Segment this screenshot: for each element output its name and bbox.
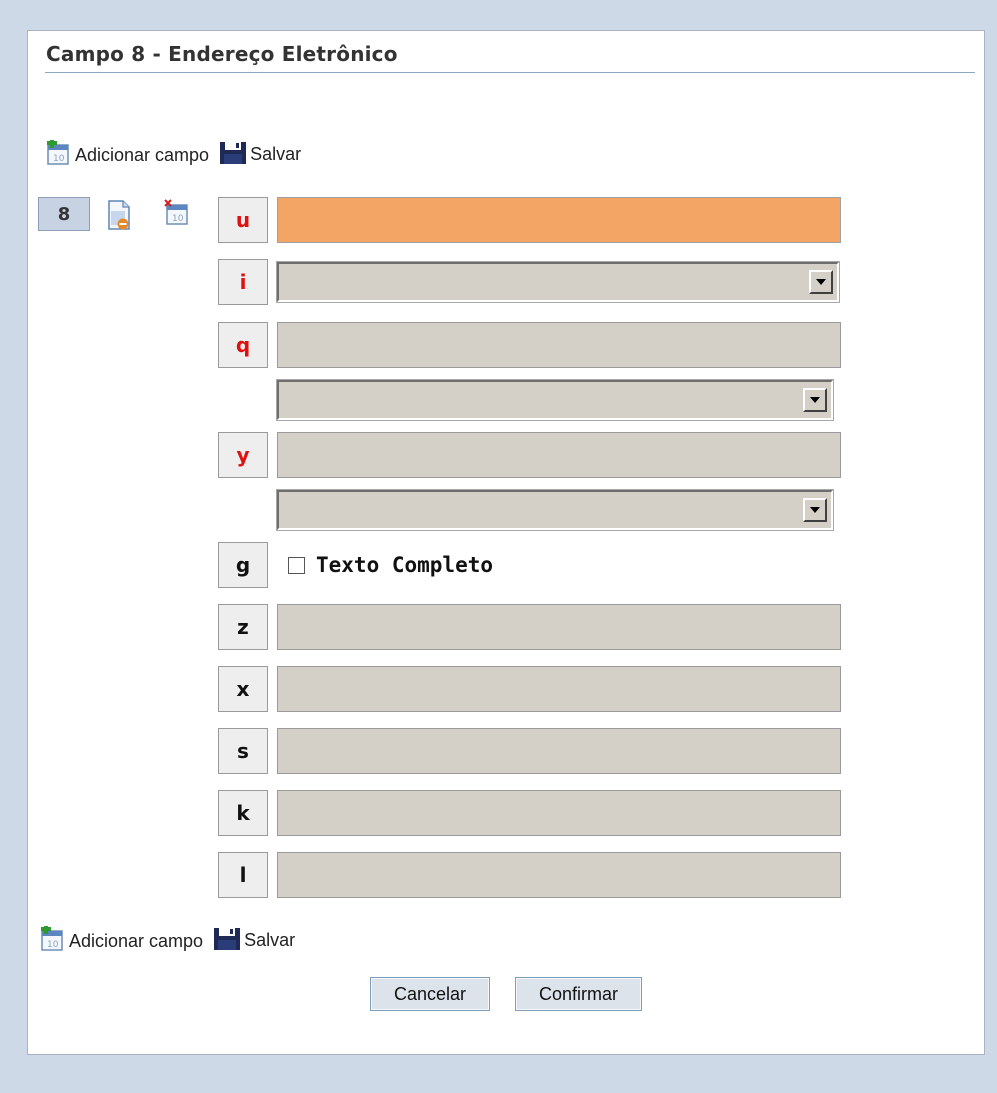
add-field-label: Adicionar campo (69, 931, 204, 951)
bottom-toolbar: 10 Adicionar campo Salvar (40, 926, 295, 952)
full-text-checkbox-label: Texto Completo (316, 553, 494, 577)
subfield-x-button[interactable]: x (218, 666, 268, 712)
subfield-q-input[interactable] (277, 322, 841, 368)
subfield-q-select[interactable] (277, 380, 833, 420)
add-field-icon: 10 (41, 926, 63, 951)
subfield-x-input[interactable] (277, 666, 841, 712)
subfield-k-input[interactable] (277, 790, 841, 836)
floppy-disk-icon (220, 142, 247, 164)
chevron-down-icon[interactable] (809, 270, 833, 294)
save-button-top[interactable]: Salvar (219, 141, 301, 165)
subfield-l-input[interactable] (277, 852, 841, 898)
cancel-button[interactable]: Cancelar (370, 977, 490, 1011)
form-panel (27, 30, 985, 1055)
top-toolbar: 10 Adicionar campo Salvar (46, 140, 301, 166)
subfield-i-button[interactable]: i (218, 259, 268, 305)
subfield-i-select[interactable] (277, 262, 839, 302)
title-divider (45, 72, 975, 73)
floppy-disk-icon (214, 928, 241, 950)
add-field-button-bottom[interactable]: 10 Adicionar campo (40, 926, 203, 952)
chevron-down-icon[interactable] (803, 388, 827, 412)
subfield-u-button[interactable]: u (218, 197, 268, 243)
svg-text:10: 10 (47, 940, 59, 950)
subfield-s-input[interactable] (277, 728, 841, 774)
subfield-k-button[interactable]: k (218, 790, 268, 836)
confirm-button[interactable]: Confirmar (515, 977, 642, 1011)
save-label: Salvar (250, 144, 302, 164)
full-text-checkbox[interactable] (288, 556, 305, 574)
svg-text:10: 10 (172, 214, 184, 224)
full-text-checkbox-row: Texto Completo (288, 553, 493, 577)
subfield-y-select[interactable] (277, 490, 833, 530)
subfield-s-button[interactable]: s (218, 728, 268, 774)
remove-field-icon[interactable] (106, 199, 132, 231)
add-field-button-top[interactable]: 10 Adicionar campo (46, 140, 209, 166)
field-tag-badge: 8 (38, 197, 90, 231)
subfield-g-button[interactable]: g (218, 542, 268, 588)
subfield-y-button[interactable]: y (218, 432, 268, 478)
subfield-y-input[interactable] (277, 432, 841, 478)
subfield-l-button[interactable]: l (218, 852, 268, 898)
page-title: Campo 8 - Endereço Eletrônico (46, 42, 398, 66)
subfield-z-button[interactable]: z (218, 604, 268, 650)
subfield-u-input[interactable] (277, 197, 841, 243)
svg-text:10: 10 (53, 154, 65, 164)
add-field-icon: 10 (47, 140, 69, 165)
subfield-z-input[interactable] (277, 604, 841, 650)
save-button-bottom[interactable]: Salvar (213, 927, 295, 951)
chevron-down-icon[interactable] (803, 498, 827, 522)
delete-field-icon[interactable]: 10 (163, 199, 191, 227)
save-label: Salvar (244, 930, 296, 950)
add-field-label: Adicionar campo (75, 145, 210, 165)
subfield-q-button[interactable]: q (218, 322, 268, 368)
